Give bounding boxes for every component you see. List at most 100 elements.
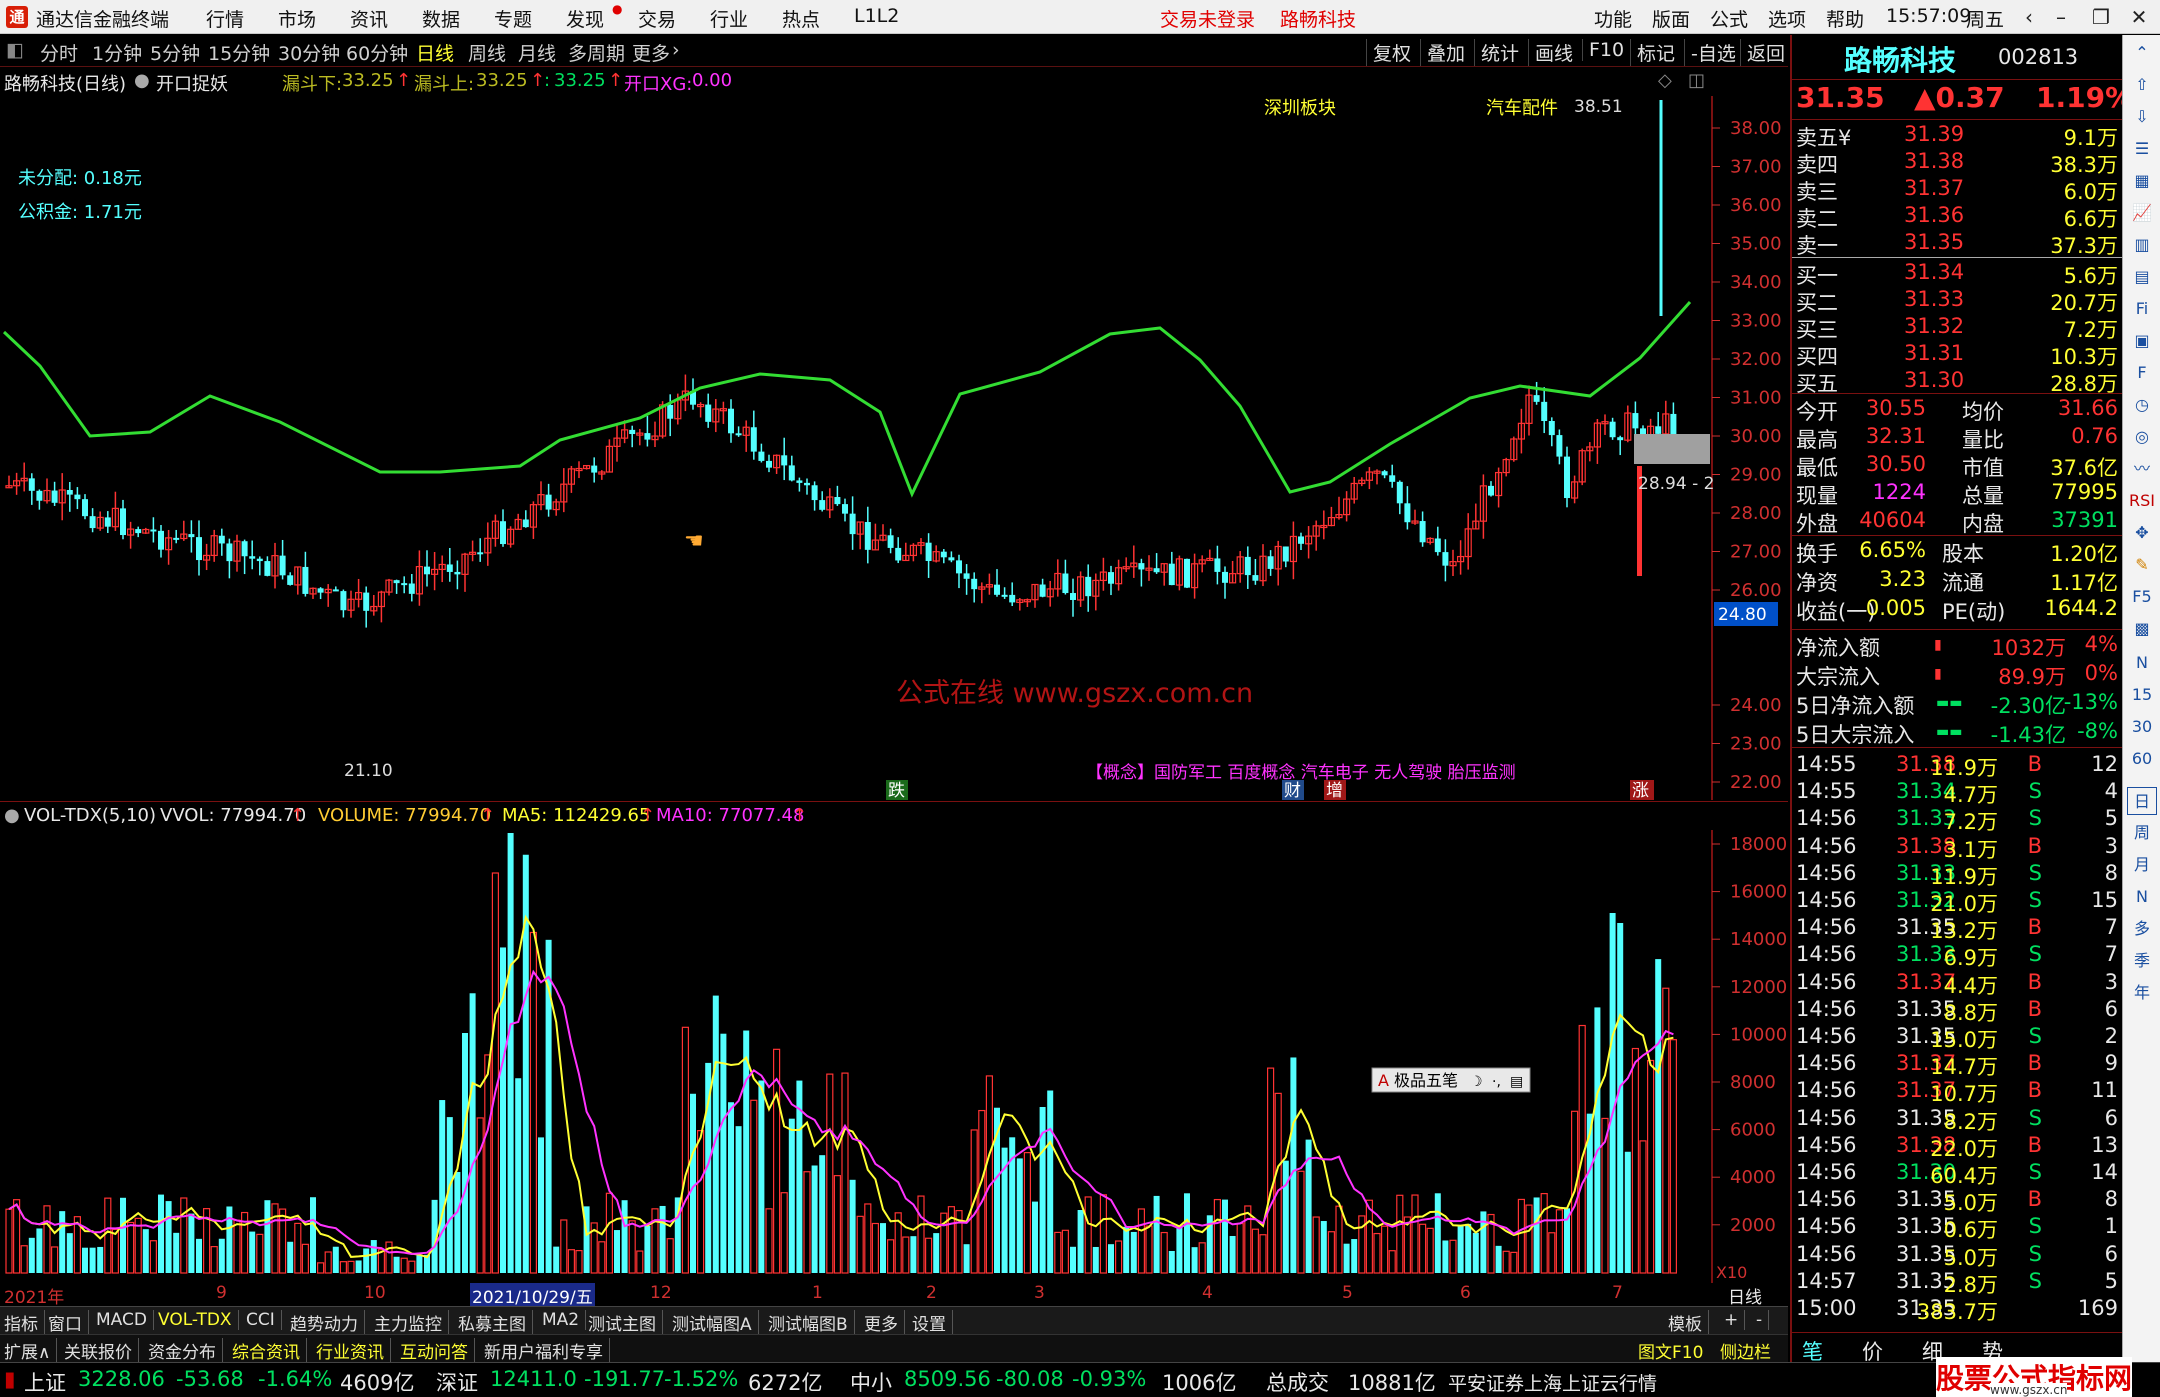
ime-punct-icon[interactable]: ·, [1492, 1074, 1501, 1090]
fin-row[interactable]: 收益(一) 0.005 PE(动) 1644.2 [1792, 595, 2122, 624]
menu-topics[interactable]: 专题 [494, 5, 532, 32]
tick-row[interactable]: 14:56 31.35 5.0万 B 8 [1792, 1186, 2122, 1215]
tick-row[interactable]: 14:56 31.33 7.2万 S 5 [1792, 805, 2122, 834]
period-tab-active[interactable]: 日线 [416, 39, 454, 66]
menu-formula[interactable]: 公式 [1710, 5, 1748, 32]
tool-stats[interactable]: 统计 [1474, 39, 1519, 66]
tab-window[interactable]: 窗口 [48, 1310, 89, 1335]
candle-icon[interactable]: ▥ [2127, 231, 2157, 259]
up-arrow-icon[interactable]: ⇧ [2127, 71, 2157, 99]
tick-row[interactable]: 14:57 31.35 2.8万 S 5 [1792, 1268, 2122, 1297]
sb-f5[interactable]: F5 [2127, 583, 2157, 611]
mark-rise[interactable]: 涨 [1632, 781, 1649, 800]
diamond-icon[interactable]: ◇ [1658, 70, 1672, 91]
tick-row[interactable]: 14:56 31.33 6.9万 S 7 [1792, 941, 2122, 970]
tab-vol-tdx[interactable]: VOL-TDX [158, 1310, 239, 1330]
tab-ma2[interactable]: MA2 [542, 1310, 587, 1330]
sb-month[interactable]: 月 [2127, 851, 2157, 879]
pen-icon[interactable]: ✎ [2127, 551, 2157, 579]
ask-row[interactable]: 卖三 31.37 6.0万 [1792, 175, 2122, 204]
period-tab[interactable]: 月线 [518, 39, 556, 66]
fin-row[interactable]: 净资 3.23 流通 1.17亿 [1792, 566, 2122, 595]
ask-row[interactable]: 卖一 31.35 37.3万 [1792, 229, 2122, 258]
tick-row[interactable]: 14:56 31.35 5.0万 S 6 [1792, 1241, 2122, 1270]
restore-icon[interactable]: ❐ [2084, 2, 2118, 32]
minimize-icon[interactable]: – [2044, 2, 2078, 32]
sb-quarter[interactable]: 季 [2127, 947, 2157, 975]
target-icon[interactable]: ◎ [2127, 423, 2157, 451]
period-tab[interactable]: 1分钟 [92, 39, 142, 66]
sb-day[interactable]: 日 [2127, 787, 2157, 815]
info-tab-qa[interactable]: 互动问答 [400, 1338, 475, 1363]
tool-back[interactable]: 返回 [1740, 39, 1785, 66]
menu-data[interactable]: 数据 [422, 5, 460, 32]
info-tab-benefit[interactable]: 新用户福利专享 [484, 1338, 610, 1363]
tick-row[interactable]: 14:56 31.38 22.0万 B 13 [1792, 1132, 2122, 1161]
collapse-icon[interactable]: ⌃ [2127, 39, 2157, 67]
flow-row[interactable]: 5日净流入额 -2.30亿 -13% ▬▬ [1792, 689, 2122, 718]
tab-settings[interactable]: 设置 [912, 1310, 953, 1335]
settings-dot-icon[interactable]: ● [4, 805, 20, 826]
ime-moon-icon[interactable]: ☽ [1470, 1074, 1483, 1090]
period-tab[interactable]: 分时 [40, 39, 78, 66]
tab-trend-power[interactable]: 趋势动力 [290, 1310, 365, 1335]
ask-row[interactable]: 卖五¥ 31.39 9.1万 [1792, 121, 2122, 150]
menu-function[interactable]: 功能 [1594, 5, 1632, 32]
sb-year[interactable]: 年 [2127, 979, 2157, 1007]
doc-icon[interactable]: ▣ [2127, 327, 2157, 355]
sb-n2-icon[interactable]: N [2127, 883, 2157, 911]
tab-cci[interactable]: CCI [246, 1310, 282, 1330]
tick-row[interactable]: 15:00 31.35 383.7万 169 [1792, 1295, 2122, 1324]
remove-panel-button[interactable]: - [1756, 1310, 1770, 1330]
back-arrow-icon[interactable]: ‹ [2012, 2, 2046, 32]
info-tab-expand[interactable]: 扩展∧ [4, 1338, 58, 1363]
ask-row[interactable]: 卖二 31.36 6.6万 [1792, 202, 2122, 231]
move-icon[interactable]: ✥ [2127, 519, 2157, 547]
tool-overlay[interactable]: 叠加 [1420, 39, 1465, 66]
sector-label-auto-parts[interactable]: 汽车配件 [1486, 98, 1558, 119]
tool-mark[interactable]: 标记 [1630, 39, 1675, 66]
sb-n[interactable]: N [2127, 649, 2157, 677]
sb-rsi[interactable]: RSI [2127, 487, 2157, 515]
f-icon[interactable]: F [2127, 359, 2157, 387]
indicator-name[interactable]: 开口捉妖 [156, 70, 228, 96]
grid-icon[interactable]: ▦ [2127, 167, 2157, 195]
stat-row[interactable]: 现量 1224 总量 77995 [1792, 479, 2122, 508]
menu-l1l2[interactable]: L1L2 [854, 5, 899, 27]
flow-row[interactable]: 大宗流入 89.9万 0% ▮ [1792, 660, 2122, 689]
period-tab[interactable]: 多周期 [568, 39, 625, 66]
sb-60[interactable]: 60 [2127, 745, 2157, 773]
chevron-right-icon[interactable]: › [672, 39, 680, 61]
tick-row[interactable]: 14:56 31.35 0.6万 S 1 [1792, 1213, 2122, 1242]
menu-hot[interactable]: 热点 [782, 5, 820, 32]
clock-icon[interactable]: ◷ [2127, 391, 2157, 419]
menu-news[interactable]: 资讯 [350, 5, 388, 32]
ime-keyboard-icon[interactable]: ▤ [1510, 1074, 1523, 1090]
sb-week[interactable]: 周 [2127, 819, 2157, 847]
calc-icon[interactable]: ▩ [2127, 615, 2157, 643]
stat-row[interactable]: 最低 30.50 市值 37.6亿 [1792, 451, 2122, 480]
line-chart-icon[interactable]: 📈 [2127, 199, 2157, 227]
menu-quotes[interactable]: 行情 [206, 5, 244, 32]
vol-indicator-name[interactable]: VOL-TDX(5,10) [24, 805, 156, 826]
tab-test-sub-b[interactable]: 测试幅图B [768, 1310, 855, 1335]
menu-market[interactable]: 市场 [278, 5, 316, 32]
list-icon[interactable]: ☰ [2127, 135, 2157, 163]
tick-row[interactable]: 14:56 31.32 21.0万 S 15 [1792, 887, 2122, 916]
tab-test-sub-a[interactable]: 测试幅图A [672, 1310, 759, 1335]
menu-trade[interactable]: 交易 [638, 5, 676, 32]
sb-multi[interactable]: 多 [2127, 915, 2157, 943]
menu-options[interactable]: 选项 [1768, 5, 1806, 32]
settings-dot-icon[interactable]: ● [134, 70, 150, 91]
info-tab-industry[interactable]: 行业资讯 [316, 1338, 391, 1363]
ime-widget[interactable]: A 极品五笔 ☽ ·, ▤ [1371, 1067, 1531, 1093]
bid-row[interactable]: 买二 31.33 20.7万 [1792, 286, 2122, 315]
sb-15[interactable]: 15 [2127, 681, 2157, 709]
period-tab-more[interactable]: 更多 [632, 39, 670, 66]
tick-row[interactable]: 14:55 31.34 4.7万 S 4 [1792, 778, 2122, 807]
login-status[interactable]: 交易未登录 [1160, 5, 1255, 32]
tab-more[interactable]: 更多 [864, 1310, 905, 1335]
graphic-f10[interactable]: 图文F10 [1638, 1338, 1709, 1363]
tick-row[interactable]: 14:55 31.38 11.9万 B 12 [1792, 751, 2122, 780]
mark-finance[interactable]: 财 [1284, 781, 1301, 800]
